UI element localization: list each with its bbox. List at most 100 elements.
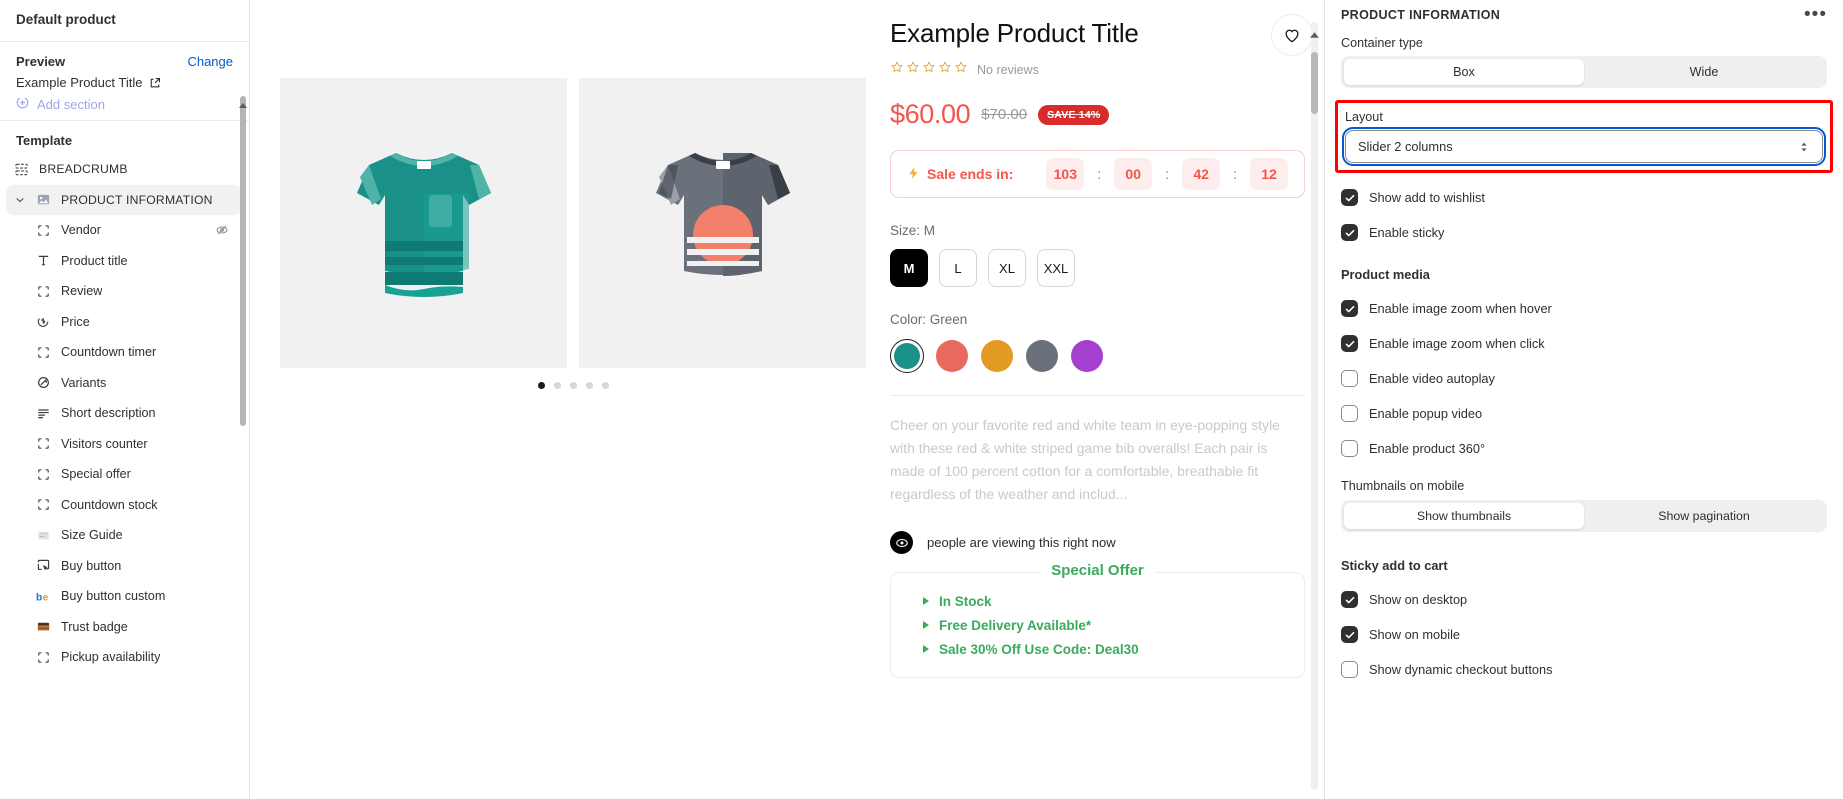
add-section-button[interactable]: Add section: [0, 98, 249, 116]
sidebar-item-trust-badge[interactable]: Trust badge: [0, 612, 249, 643]
color-swatch-option[interactable]: [1070, 339, 1104, 373]
more-horizontal-icon[interactable]: •••: [1804, 5, 1827, 24]
countdown-label: Sale ends in:: [907, 166, 1013, 183]
sidebar-item-special-offer[interactable]: Special offer: [0, 459, 249, 490]
product-image-2[interactable]: [579, 78, 866, 368]
checkbox-enable-product-360-[interactable]: Enable product 360°: [1341, 440, 1827, 457]
block-icon: [36, 650, 51, 665]
sidebar-item-visitors-counter[interactable]: Visitors counter: [0, 429, 249, 460]
checkbox-enable-popup-video[interactable]: Enable popup video: [1341, 405, 1827, 422]
left-sidebar: Default product Preview Change Example P…: [0, 0, 250, 799]
thumbnails-show-thumbnails[interactable]: Show thumbnails: [1344, 503, 1584, 529]
color-swatch: [894, 343, 920, 369]
gallery-dot[interactable]: [585, 382, 593, 389]
checkbox-box[interactable]: [1341, 626, 1358, 643]
triangle-bullet-icon: [923, 597, 929, 605]
star-rating[interactable]: [890, 60, 968, 79]
current-price: $60.00: [890, 99, 971, 129]
wishlist-button[interactable]: [1271, 14, 1313, 56]
gallery-dot[interactable]: [537, 382, 545, 389]
star-icon[interactable]: [922, 60, 936, 79]
product-image-1[interactable]: [280, 78, 567, 368]
gallery-dot[interactable]: [553, 382, 561, 389]
sidebar-item-label: BREADCRUMB: [39, 162, 128, 177]
checkbox-show-add-to-wishlist[interactable]: Show add to wishlist: [1341, 189, 1827, 206]
sidebar-item-countdown-timer[interactable]: Countdown timer: [0, 337, 249, 368]
star-icon[interactable]: [890, 60, 904, 79]
sidebar-item-buy-button[interactable]: Buy button: [0, 551, 249, 582]
checkbox-enable-sticky[interactable]: Enable sticky: [1341, 224, 1827, 241]
thumbnails-show-pagination[interactable]: Show pagination: [1584, 503, 1824, 529]
size-option-xxl[interactable]: XXL: [1037, 249, 1075, 287]
gallery-dot[interactable]: [569, 382, 577, 389]
container-type-box[interactable]: Box: [1344, 59, 1584, 85]
countdown-separator: :: [1097, 166, 1102, 182]
sidebar-item-review[interactable]: Review: [0, 276, 249, 307]
container-type-wide[interactable]: Wide: [1584, 59, 1824, 85]
sidebar-item-short-description[interactable]: Short description: [0, 398, 249, 429]
checkbox-box[interactable]: [1341, 300, 1358, 317]
preview-scrollbar-track[interactable]: [1311, 22, 1318, 790]
checkbox-enable-image-zoom-when-hover[interactable]: Enable image zoom when hover: [1341, 300, 1827, 317]
checkbox-box[interactable]: [1341, 224, 1358, 241]
checkbox-enable-video-autoplay[interactable]: Enable video autoplay: [1341, 370, 1827, 387]
sidebar-item-pickup-availability[interactable]: Pickup availability: [0, 642, 249, 673]
chevron-down-icon[interactable]: [14, 194, 26, 206]
color-swatch-option[interactable]: [890, 339, 924, 373]
countdown-unit: 00: [1114, 158, 1153, 190]
checkbox-box[interactable]: [1341, 189, 1358, 206]
preview-product-name[interactable]: Example Product Title: [16, 75, 233, 90]
size-option-m[interactable]: M: [890, 249, 928, 287]
template-item-list: BREADCRUMB PRODUCT INFORMATION Vendor Produ…: [0, 154, 249, 799]
size-option-l[interactable]: L: [939, 249, 977, 287]
size-option-xl[interactable]: XL: [988, 249, 1026, 287]
checkbox-box[interactable]: [1341, 335, 1358, 352]
checkbox-box[interactable]: [1341, 370, 1358, 387]
block-icon: [36, 223, 51, 238]
sidebar-item-product-information[interactable]: PRODUCT INFORMATION: [6, 184, 241, 215]
sidebar-item-variants[interactable]: Variants: [0, 368, 249, 399]
special-offer-title: Special Offer: [1039, 562, 1156, 579]
sidebar-item-buy-button-custom[interactable]: b e Buy button custom: [0, 581, 249, 612]
color-swatch-option[interactable]: [1025, 339, 1059, 373]
checkbox-show-on-mobile[interactable]: Show on mobile: [1341, 626, 1827, 643]
preview-scroll-up-arrow[interactable]: [1309, 28, 1320, 39]
special-offer-item-label: Sale 30% Off Use Code: Deal30: [939, 641, 1139, 657]
container-type-segmented[interactable]: Box Wide: [1341, 56, 1827, 88]
star-icon[interactable]: [906, 60, 920, 79]
checkbox-box[interactable]: [1341, 661, 1358, 678]
checkbox-show-dynamic-checkout-buttons[interactable]: Show dynamic checkout buttons: [1341, 661, 1827, 678]
size-options[interactable]: M L XL XXL: [890, 249, 1305, 287]
gallery-pagination[interactable]: [537, 382, 609, 389]
color-swatch-option[interactable]: [935, 339, 969, 373]
color-swatch-option[interactable]: [980, 339, 1014, 373]
star-icon[interactable]: [938, 60, 952, 79]
color-swatches[interactable]: [890, 339, 1305, 373]
star-icon[interactable]: [954, 60, 968, 79]
sidebar-item-countdown-stock[interactable]: Countdown stock: [0, 490, 249, 521]
text-icon: [36, 253, 51, 268]
gallery-dot[interactable]: [601, 382, 609, 389]
eye-off-icon[interactable]: [215, 223, 229, 237]
checkbox-box[interactable]: [1341, 405, 1358, 422]
sidebar-scrollbar-thumb[interactable]: [240, 96, 246, 426]
trust-badge-icon: [36, 619, 51, 634]
sidebar-item-vendor[interactable]: Vendor: [0, 215, 249, 246]
color-option-label: Color: Green: [890, 312, 968, 327]
sidebar-item-price[interactable]: Price: [0, 307, 249, 338]
checkbox-box[interactable]: [1341, 591, 1358, 608]
change-preview-link[interactable]: Change: [187, 54, 233, 69]
sidebar-item-product-title[interactable]: Product title: [0, 246, 249, 277]
sidebar-scroll-up-arrow[interactable]: [238, 98, 248, 108]
sidebar-item-breadcrumb[interactable]: BREADCRUMB: [0, 154, 249, 185]
checkbox-label: Enable popup video: [1369, 406, 1483, 421]
thumbnails-segmented[interactable]: Show thumbnails Show pagination: [1341, 500, 1827, 532]
sidebar-item-size-guide[interactable]: Size Guide: [0, 520, 249, 551]
countdown-separator: :: [1165, 166, 1170, 182]
preview-scrollbar-thumb[interactable]: [1311, 52, 1318, 114]
checkbox-box[interactable]: [1341, 440, 1358, 457]
sidebar-item-label: Vendor: [61, 223, 101, 238]
checkbox-enable-image-zoom-when-click[interactable]: Enable image zoom when click: [1341, 335, 1827, 352]
checkbox-show-on-desktop[interactable]: Show on desktop: [1341, 591, 1827, 608]
layout-select[interactable]: Slider 2 columns: [1342, 127, 1826, 166]
